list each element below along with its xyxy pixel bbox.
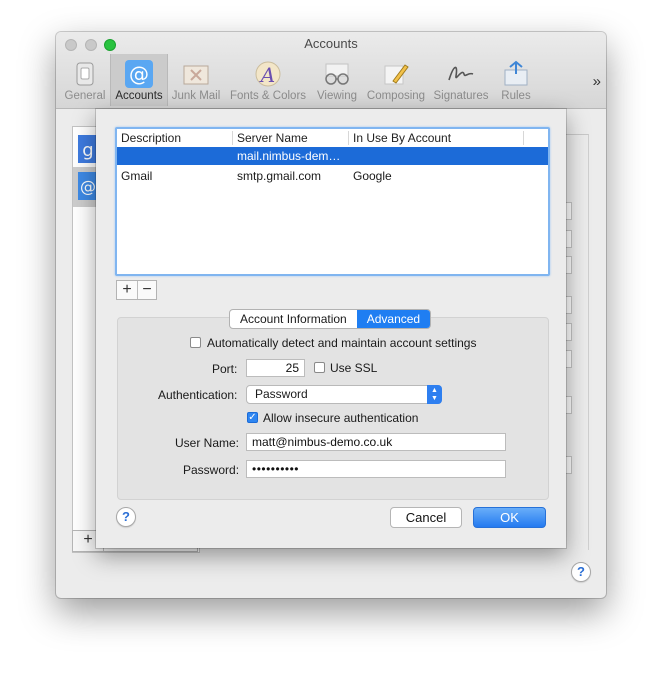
pencil-icon [384, 64, 409, 85]
toolbar-signatures[interactable]: Signatures [430, 54, 492, 106]
auto-detect-label: Automatically detect and maintain accoun… [207, 336, 477, 350]
table-row[interactable]: mail.nimbus-dem… [117, 147, 548, 165]
glasses-icon [325, 63, 349, 85]
toolbar-general[interactable]: General [60, 54, 110, 106]
tab-advanced[interactable]: Advanced [356, 310, 431, 328]
username-field[interactable]: matt@nimbus-demo.co.uk [246, 433, 506, 451]
use-ssl-label: Use SSL [330, 361, 378, 375]
svg-text:g: g [82, 140, 93, 161]
general-switch-icon [76, 62, 94, 86]
use-ssl-checkbox[interactable] [314, 362, 325, 373]
google-icon: g [78, 135, 98, 163]
tab-account-information[interactable]: Account Information [230, 310, 357, 328]
allow-insecure-label: Allow insecure authentication [263, 411, 419, 425]
auto-detect-checkbox[interactable] [190, 337, 201, 348]
server-plus-minus: + − [116, 280, 157, 300]
ok-button[interactable]: OK [473, 507, 546, 528]
toolbar-viewing[interactable]: Viewing [312, 54, 362, 106]
at-sign-icon: @ [78, 172, 98, 200]
password-label: Password: [183, 463, 240, 477]
table-header: Description Server Name In Use By Accoun… [117, 129, 548, 148]
toolbar-fonts-colors[interactable]: A Fonts & Colors [226, 54, 310, 106]
fonts-colors-icon: A [255, 61, 281, 87]
signature-icon [448, 66, 474, 81]
column-divider [232, 131, 233, 145]
port-label: Port: [212, 362, 238, 376]
column-divider [523, 131, 524, 145]
tab-control: Account Information Advanced [229, 309, 432, 329]
column-in-use-by[interactable]: In Use By Account [353, 131, 451, 145]
column-divider [348, 131, 349, 145]
smtp-server-sheet: Description Server Name In Use By Accoun… [96, 109, 566, 548]
port-field[interactable]: 25 [246, 359, 305, 377]
column-description[interactable]: Description [121, 131, 181, 145]
svg-text:@: @ [80, 177, 96, 196]
authentication-select[interactable]: Password ▲ ▼ [246, 385, 442, 404]
add-server-button[interactable]: + [117, 281, 138, 299]
junk-mail-icon [183, 65, 209, 85]
table-row[interactable]: Gmail smtp.gmail.com Google [117, 167, 548, 185]
sheet-help-button[interactable]: ? [116, 507, 136, 527]
help-button[interactable]: ? [571, 562, 591, 582]
toolbar-accounts[interactable]: @ Accounts [110, 54, 168, 106]
toolbar-composing[interactable]: Composing [364, 54, 428, 106]
username-label: User Name: [175, 436, 240, 450]
cancel-button[interactable]: Cancel [390, 507, 462, 528]
svg-text:@: @ [129, 62, 149, 86]
svg-text:A: A [259, 63, 275, 87]
chevron-up-down-icon: ▲ ▼ [427, 385, 442, 404]
account-panel-edge [566, 134, 589, 550]
allow-insecure-checkbox[interactable]: ✓ [247, 412, 258, 423]
title-bar: Accounts General @ Accounts Junk Mail A … [56, 32, 606, 109]
at-sign-icon: @ [125, 60, 153, 88]
rules-icon [504, 60, 528, 86]
toolbar-overflow-icon[interactable]: » [593, 73, 602, 90]
password-field[interactable]: •••••••••• [246, 460, 506, 478]
remove-server-button[interactable]: − [137, 281, 157, 299]
toolbar-rules[interactable]: Rules [494, 54, 538, 106]
account-google-item[interactable]: g [73, 135, 98, 171]
column-server-name[interactable]: Server Name [237, 131, 308, 145]
authentication-label: Authentication: [158, 388, 238, 402]
smtp-server-table[interactable]: Description Server Name In Use By Accoun… [115, 127, 550, 276]
toolbar-junk-mail[interactable]: Junk Mail [168, 54, 224, 106]
window-title: Accounts [304, 36, 358, 51]
